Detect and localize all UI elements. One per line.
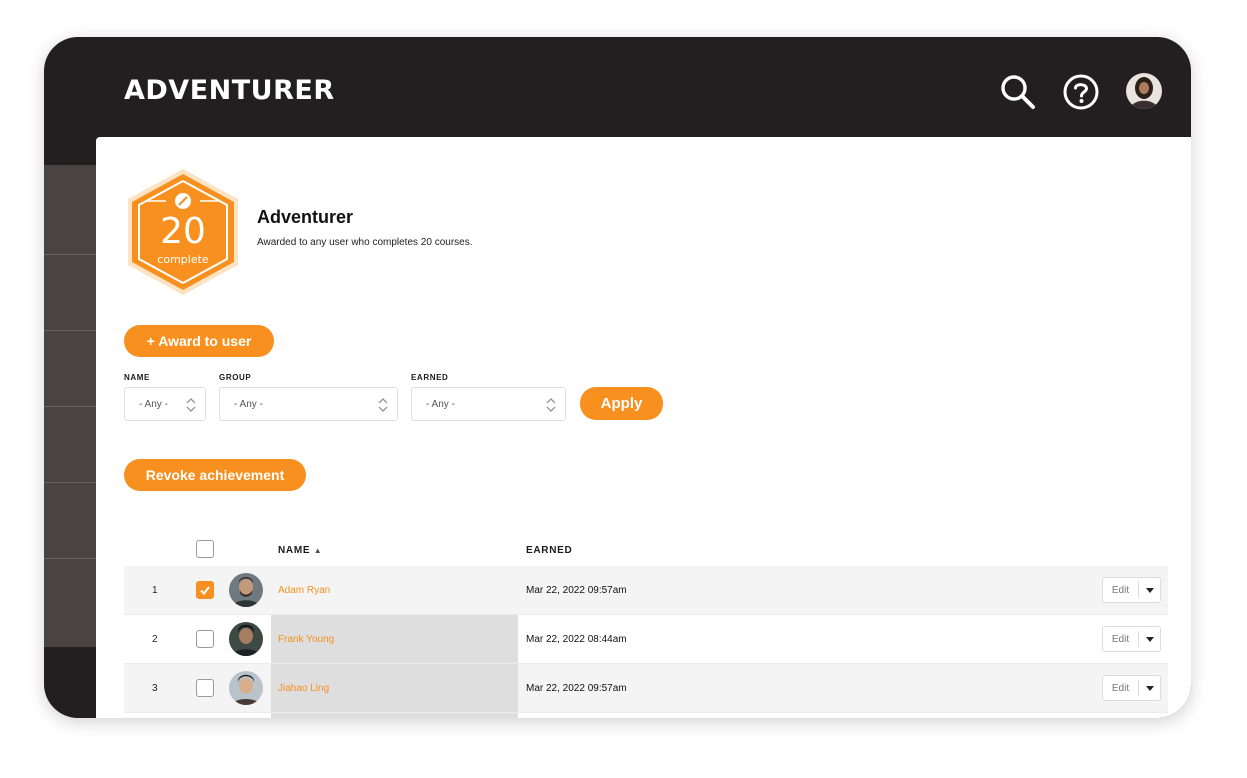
sidebar-divider (44, 558, 96, 559)
table-row: 1 Adam Ryan Mar 22, 2022 09:57am Edit (124, 566, 1168, 614)
group-filter-value: - Any - (234, 398, 263, 410)
earned-date: Mar 22, 2022 09:57am (526, 585, 627, 596)
earned-filter-select[interactable]: - Any - (411, 387, 566, 421)
user-name-link[interactable]: Frank Young (278, 634, 334, 645)
compass-icon (175, 193, 191, 209)
select-arrows-icon (546, 398, 556, 412)
name-cell: Jiahao Ling (271, 664, 518, 712)
achievement-description: Awarded to any user who completes 20 cou… (257, 237, 473, 248)
checkmark-icon (200, 586, 210, 596)
edit-split-button: Edit (1102, 626, 1161, 652)
edit-button[interactable]: Edit (1103, 676, 1138, 700)
row-index: 3 (152, 683, 158, 694)
earned-date: Mar 22, 2022 09:57am (526, 683, 627, 694)
edit-button[interactable]: Edit (1103, 578, 1138, 602)
filter-label-group: GROUP (219, 373, 252, 382)
avatar (229, 671, 263, 705)
apply-button[interactable]: Apply (580, 387, 663, 420)
user-name-link[interactable]: Jiahao Ling (278, 683, 329, 694)
avatar (229, 622, 263, 656)
filter-label-name: NAME (124, 373, 150, 382)
row-checkbox[interactable] (196, 679, 214, 697)
select-arrows-icon (378, 398, 388, 412)
user-avatar[interactable] (1126, 73, 1162, 109)
table-row: 2 Frank Young Mar 22, 2022 08:44am Edit (124, 615, 1168, 663)
badge-caption: complete (157, 253, 209, 266)
caret-down-icon (1146, 587, 1154, 593)
sidebar-divider (44, 254, 96, 255)
row-index: 1 (152, 585, 158, 596)
column-header-name-label: NAME (278, 545, 311, 556)
badge-number: 20 (160, 211, 206, 252)
filter-label-earned: EARNED (411, 373, 449, 382)
edit-dropdown-toggle[interactable] (1139, 676, 1161, 700)
select-arrows-icon (186, 398, 196, 412)
select-all-checkbox[interactable] (196, 540, 214, 558)
earned-date: Mar 22, 2022 08:44am (526, 634, 627, 645)
earned-filter-value: - Any - (426, 398, 455, 410)
row-checkbox[interactable] (196, 630, 214, 648)
name-cell: Frank Young (271, 615, 518, 663)
award-to-user-button[interactable]: + Award to user (124, 325, 274, 357)
sort-ascending-icon: ▲ (313, 546, 323, 555)
table-row: 3 Jiahao Ling Mar 22, 2022 09:57am Edit (124, 664, 1168, 712)
group-filter-select[interactable]: - Any - (219, 387, 398, 421)
achievement-title: Adventurer (257, 207, 354, 227)
app-window: ADVENTURER 20 complete Adventurer Awarde… (44, 37, 1191, 718)
name-cell: Adam Ryan (271, 566, 518, 614)
sidebar-divider (44, 482, 96, 483)
edit-split-button: Edit (1102, 675, 1161, 701)
next-row-partial (271, 713, 518, 718)
row-checkbox[interactable] (196, 581, 214, 599)
name-filter-value: - Any - (139, 398, 168, 410)
column-header-earned[interactable]: EARNED (526, 545, 572, 556)
help-icon[interactable] (1062, 73, 1100, 111)
edit-button[interactable]: Edit (1103, 627, 1138, 651)
user-name-link[interactable]: Adam Ryan (278, 585, 330, 596)
edit-dropdown-toggle[interactable] (1139, 578, 1161, 602)
sidebar-divider (44, 406, 96, 407)
main-content: 20 complete Adventurer Awarded to any us… (96, 137, 1191, 718)
row-index: 2 (152, 634, 158, 645)
top-bar: ADVENTURER (44, 37, 1191, 137)
revoke-achievement-button[interactable]: Revoke achievement (124, 459, 306, 491)
column-header-name[interactable]: NAME ▲ (278, 545, 322, 556)
page-title: ADVENTURER (124, 75, 335, 106)
edit-split-button: Edit (1102, 577, 1161, 603)
search-icon[interactable] (999, 73, 1037, 111)
sidebar (44, 165, 96, 647)
caret-down-icon (1146, 685, 1154, 691)
sidebar-divider (44, 330, 96, 331)
edit-dropdown-toggle[interactable] (1139, 627, 1161, 651)
avatar (229, 573, 263, 607)
name-filter-select[interactable]: - Any - (124, 387, 206, 421)
caret-down-icon (1146, 636, 1154, 642)
achievement-badge: 20 complete (124, 167, 242, 297)
